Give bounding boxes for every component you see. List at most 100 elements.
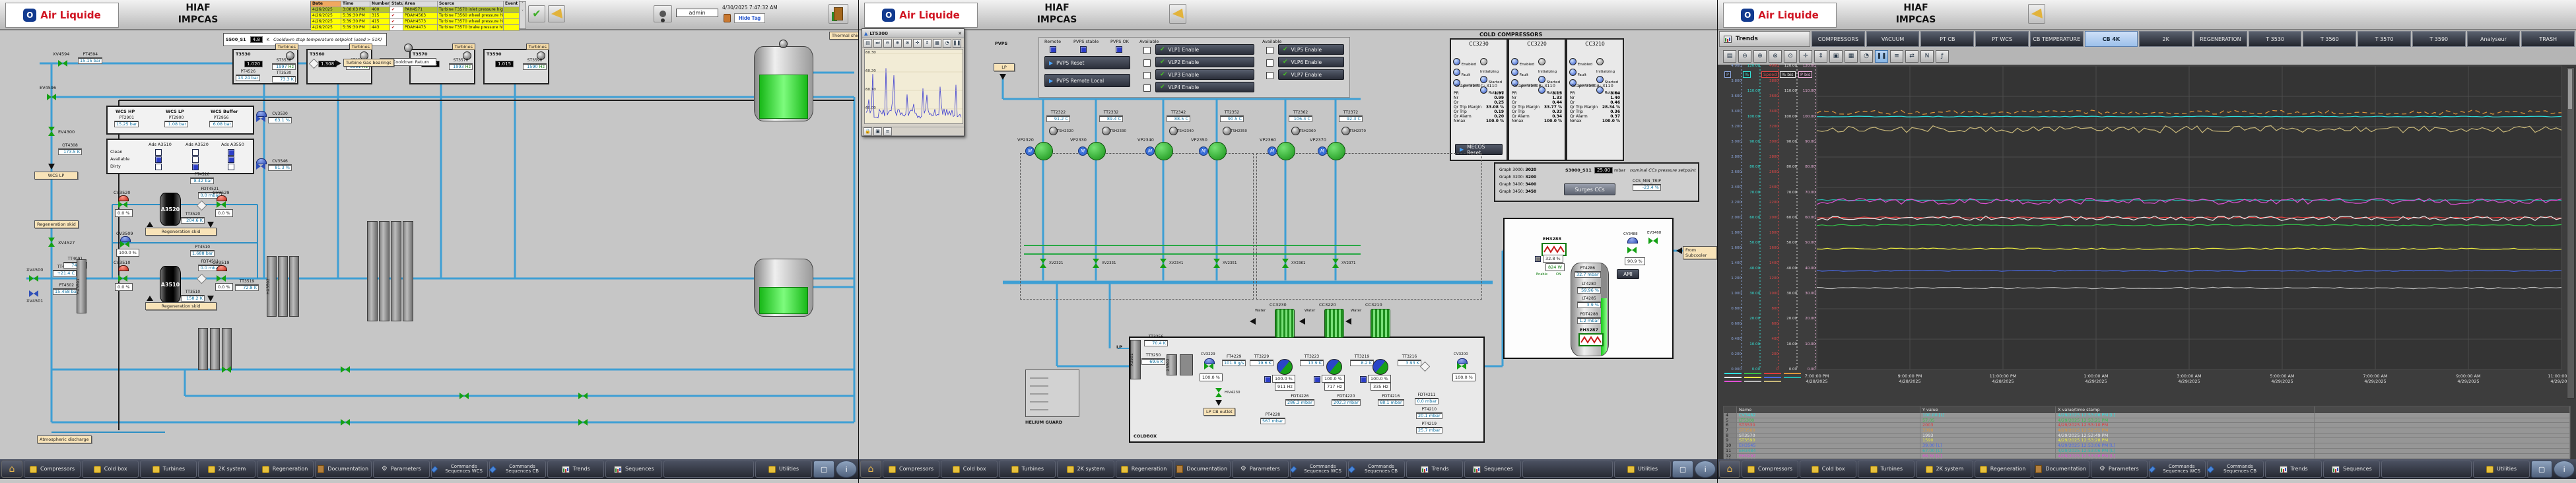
taskbar-turbines[interactable]: Turbines	[1858, 461, 1915, 478]
taskbar-2k-system[interactable]: 2K system	[198, 461, 255, 478]
turbines-nav-chip[interactable]: Turbines	[349, 44, 372, 50]
taskbar-2k-system[interactable]: 2K system	[1916, 461, 1973, 478]
regeneration-skid-label[interactable]: Regeneration skid	[145, 228, 217, 236]
storage-vessel[interactable]	[754, 46, 813, 121]
tab-trash[interactable]: TRASH	[2521, 31, 2575, 47]
pump-icon[interactable]	[1277, 142, 1295, 160]
valve-XV2321[interactable]	[1040, 259, 1046, 268]
pump-icon[interactable]	[1155, 142, 1173, 160]
tab-t3570[interactable]: T 3570	[2357, 31, 2411, 47]
turbines-nav-chip[interactable]: Turbines	[452, 44, 475, 50]
taskbar-trends[interactable]: Trends	[547, 461, 604, 478]
info-button[interactable]: i	[2554, 461, 2575, 478]
zoom-in-icon[interactable]: ⊕	[893, 39, 902, 48]
grid-icon[interactable]: ▦	[933, 39, 941, 48]
taskbar-compressors[interactable]: Compressors	[1742, 461, 1798, 478]
vlp7-available-checkbox[interactable]	[1266, 72, 1273, 79]
taskbar-utilities[interactable]: Utilities	[755, 461, 812, 478]
taskbar-cold-box[interactable]: Cold box	[82, 461, 139, 478]
cold-compressor-machine[interactable]	[1371, 309, 1390, 338]
valve[interactable]	[341, 366, 350, 373]
turbines-nav-chip[interactable]: Turbines	[275, 44, 298, 50]
taskbar-sequences[interactable]: Sequences	[1464, 461, 1521, 478]
close-icon[interactable]: ✕	[958, 31, 962, 36]
pump-icon[interactable]	[1087, 142, 1106, 160]
tab-vacuum[interactable]: VACUUM	[1866, 31, 1920, 47]
pump-icon[interactable]	[1208, 142, 1227, 160]
taskbar-sequences[interactable]: Sequences	[605, 461, 662, 478]
cold-compressor-machine[interactable]	[1324, 309, 1344, 338]
cv3529-actuator[interactable]	[217, 195, 227, 201]
valve-XV4500[interactable]	[29, 275, 38, 282]
cc3230-impeller[interactable]	[1277, 359, 1293, 375]
tab-compressors[interactable]: COMPRESSORS	[1812, 31, 1865, 47]
clock-icon[interactable]: ◔	[943, 39, 951, 48]
taskbar-compressors[interactable]: Compressors	[24, 461, 81, 478]
cv3519-actuator[interactable]	[217, 265, 227, 271]
valve-CV3488[interactable]	[1627, 247, 1637, 253]
valve[interactable]	[222, 366, 231, 373]
taskbar-commands-wcs[interactable]: Commands Sequences WCS	[431, 461, 488, 478]
surges-ccs-button[interactable]: Surges CCs	[1564, 183, 1615, 195]
storage-vessel[interactable]	[754, 259, 813, 317]
vlp6-available-checkbox[interactable]	[1266, 59, 1273, 67]
zoom-h-icon[interactable]: ⊗	[903, 39, 912, 48]
taskbar-parameters[interactable]: ⚙Parameters	[1232, 461, 1289, 478]
window-button[interactable]: ▢	[813, 461, 834, 478]
adsorber-A3510[interactable]: A3510	[160, 266, 181, 303]
ami-button[interactable]: AMI	[1617, 269, 1639, 279]
taskbar-turbines[interactable]: Turbines	[140, 461, 197, 478]
home-button[interactable]: ⌂	[1, 461, 22, 478]
vlp2-available-checkbox[interactable]	[1143, 59, 1151, 67]
window-button[interactable]: ▢	[1672, 461, 1693, 478]
from-subcooler-label[interactable]: From Subcooler	[1683, 246, 1717, 259]
wcs-lp-label[interactable]: WCS LP	[34, 172, 78, 179]
vlp2-enable-button[interactable]: ✔VLP2 Enable	[1155, 57, 1254, 67]
valve[interactable]	[578, 393, 588, 399]
pan-icon[interactable]: ✛	[913, 39, 922, 48]
snapshot-icon[interactable]: ▣	[873, 127, 882, 136]
taskbar-documentation[interactable]: Documentation	[1174, 461, 1231, 478]
taskbar-turbines[interactable]: Turbines	[999, 461, 1056, 478]
cv3510-actuator[interactable]	[118, 265, 129, 271]
lock-icon[interactable]: 🔒	[864, 127, 872, 136]
valve-CV3200[interactable]	[1457, 363, 1466, 370]
valve-XV2341[interactable]	[1160, 259, 1167, 268]
taskbar-parameters[interactable]: ⚙Parameters	[2091, 461, 2148, 478]
horn-silence-button[interactable]	[2028, 4, 2045, 24]
trend-legend-table[interactable]: NameY valueX value/time stamp 4CV3482100…	[1723, 406, 2571, 459]
valve-HIV4230[interactable]	[1215, 388, 1222, 397]
regeneration-skid-label[interactable]: Regeneration skid	[34, 220, 79, 228]
valve-EV3468[interactable]	[1648, 238, 1658, 244]
legend-row[interactable]: 9ST359015904/29/2025 12:53:28 PM	[1724, 438, 2570, 443]
valve-CV3520[interactable]	[118, 201, 127, 208]
lt5300-trend-popup[interactable]: ▲LT5300✕ ▤⏭⊖⊕⊗✛⇕▦◔❚❚ 60.30 60.20 60.10 6…	[862, 28, 965, 137]
tab-t3560[interactable]: T 3560	[2303, 31, 2356, 47]
y-axis-% bis[interactable]: % bis	[1780, 71, 1796, 78]
valve[interactable]	[341, 419, 350, 426]
valve-XV4501[interactable]	[29, 290, 38, 297]
atmospheric-discharge-label[interactable]: Atmospheric discharge	[37, 435, 92, 443]
valve-XV4527[interactable]	[48, 238, 55, 247]
taskbar-cold-box[interactable]: Cold box	[1800, 461, 1856, 478]
vlp7-enable-button[interactable]: ✔VLP7 Enable	[1278, 69, 1344, 80]
vlp4-available-checkbox[interactable]	[1143, 84, 1151, 92]
turbines-nav-chip[interactable]: Turbines	[526, 44, 549, 50]
zoom-out-icon[interactable]: ⊖	[883, 39, 892, 48]
trend-chart[interactable]: P4.0003.8003.6003.4003.2003.0002.8002.60…	[1718, 48, 2576, 404]
valve-CV3519[interactable]	[217, 275, 226, 282]
tab-regeneration[interactable]: REGENERATION	[2194, 31, 2247, 47]
cold-compressor-machine[interactable]	[1275, 309, 1295, 338]
cv3520-actuator[interactable]	[118, 195, 129, 201]
legend-row[interactable]: 5LT530057.054/29/2025 12:53:21 PM	[1724, 418, 2570, 424]
taskbar-parameters[interactable]: ⚙Parameters	[373, 461, 430, 478]
heater-EH3287-icon[interactable]	[1578, 333, 1604, 346]
valve-CV3529[interactable]	[217, 201, 226, 208]
settings-icon[interactable]: ≡	[883, 127, 892, 136]
regeneration-skid-label[interactable]: Regeneration skid	[145, 302, 217, 310]
taskbar-trends[interactable]: Trends	[1406, 461, 1463, 478]
tab-2k[interactable]: 2K	[2139, 31, 2192, 47]
pvps-reset-button[interactable]: ▶PVPS Reset	[1044, 56, 1130, 69]
vlp3-enable-button[interactable]: ✔VLP3 Enable	[1155, 69, 1254, 80]
step-icon[interactable]: ⏭	[873, 39, 882, 48]
